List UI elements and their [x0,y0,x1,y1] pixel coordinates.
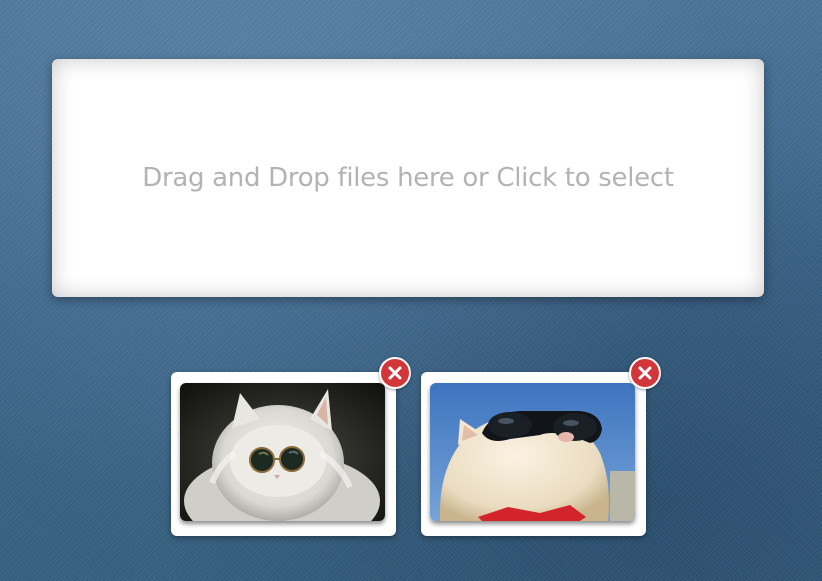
preview-image-cat-round-glasses [180,383,385,521]
preview-image-cat-sunglasses [430,383,635,521]
close-icon [638,366,652,380]
image-preview-card [171,357,411,536]
file-dropzone[interactable]: Drag and Drop files here or Click to sel… [52,59,764,297]
remove-image-button[interactable] [629,357,661,389]
remove-image-button[interactable] [379,357,411,389]
close-icon [388,366,402,380]
image-preview-card [421,357,661,536]
dropzone-instruction: Drag and Drop files here or Click to sel… [142,163,674,193]
